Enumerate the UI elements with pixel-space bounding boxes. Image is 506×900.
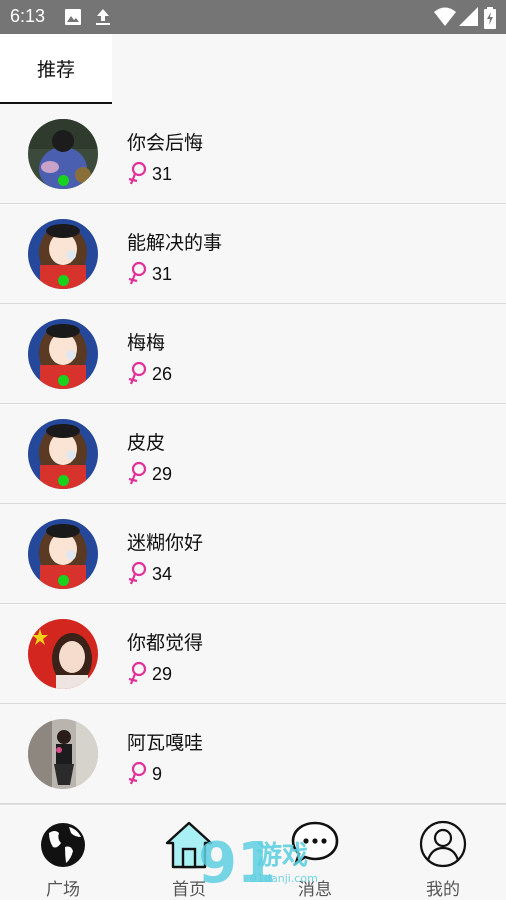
female-icon — [128, 261, 147, 285]
user-list: 你会后悔 31 能解决的事 31 梅梅 26 皮皮 29 迷糊你好 34 你都觉… — [0, 104, 506, 804]
bottom-nav: 广场 首页 消息 我的 — [0, 804, 506, 900]
tab-bar: 推荐 — [0, 34, 506, 104]
list-item[interactable]: 你都觉得 29 — [0, 604, 506, 704]
user-age: 26 — [152, 364, 173, 384]
nav-square[interactable]: 广场 — [0, 805, 126, 900]
user-name: 梅梅 — [127, 332, 166, 354]
user-age: 29 — [152, 464, 173, 484]
user-name: 阿瓦嘎哇 — [127, 732, 204, 754]
nav-label-profile: 我的 — [426, 880, 460, 900]
user-name: 能解决的事 — [127, 232, 223, 254]
profile-icon — [419, 820, 467, 868]
online-status-dot — [58, 475, 69, 486]
user-age: 31 — [152, 164, 173, 184]
user-name: 皮皮 — [127, 432, 166, 454]
user-name: 你会后悔 — [127, 132, 204, 154]
list-item[interactable]: 阿瓦嘎哇 9 — [0, 704, 506, 804]
list-item[interactable]: 迷糊你好 34 — [0, 504, 506, 604]
nav-home[interactable]: 首页 — [126, 805, 252, 900]
user-name: 你都觉得 — [127, 632, 204, 654]
female-icon — [128, 361, 147, 385]
chat-bubble-icon — [291, 821, 339, 867]
battery-icon — [484, 7, 496, 29]
avatar[interactable] — [28, 619, 98, 689]
image-icon — [65, 9, 81, 25]
signal-icon — [459, 7, 478, 26]
wifi-icon — [434, 7, 456, 26]
list-item[interactable]: 皮皮 29 — [0, 404, 506, 504]
online-status-dot — [58, 575, 69, 586]
avatar[interactable] — [28, 719, 98, 789]
nav-label-messages: 消息 — [298, 880, 332, 900]
nav-messages[interactable]: 消息 — [252, 805, 378, 900]
user-age: 31 — [152, 264, 173, 284]
nav-profile[interactable]: 我的 — [380, 805, 506, 900]
female-icon — [128, 161, 147, 185]
globe-icon — [41, 823, 85, 867]
female-icon — [128, 561, 147, 585]
status-bar: 6:13 — [0, 0, 506, 34]
online-status-dot — [58, 275, 69, 286]
status-time: 6:13 — [10, 6, 46, 26]
female-icon — [128, 761, 147, 785]
online-status-dot — [58, 375, 69, 386]
female-icon — [128, 661, 147, 685]
nav-label-home: 首页 — [172, 880, 206, 900]
user-age: 9 — [152, 764, 163, 784]
female-icon — [128, 461, 147, 485]
home-icon — [165, 821, 213, 869]
user-age: 34 — [152, 564, 173, 584]
list-item[interactable]: 你会后悔 31 — [0, 104, 506, 204]
list-item[interactable]: 能解决的事 31 — [0, 204, 506, 304]
user-age: 29 — [152, 664, 173, 684]
user-name: 迷糊你好 — [127, 532, 204, 554]
tab-recommend[interactable]: 推荐 — [0, 34, 112, 104]
nav-label-square: 广场 — [46, 880, 80, 900]
online-status-dot — [58, 175, 69, 186]
upload-icon — [96, 9, 110, 25]
list-item[interactable]: 梅梅 26 — [0, 304, 506, 404]
